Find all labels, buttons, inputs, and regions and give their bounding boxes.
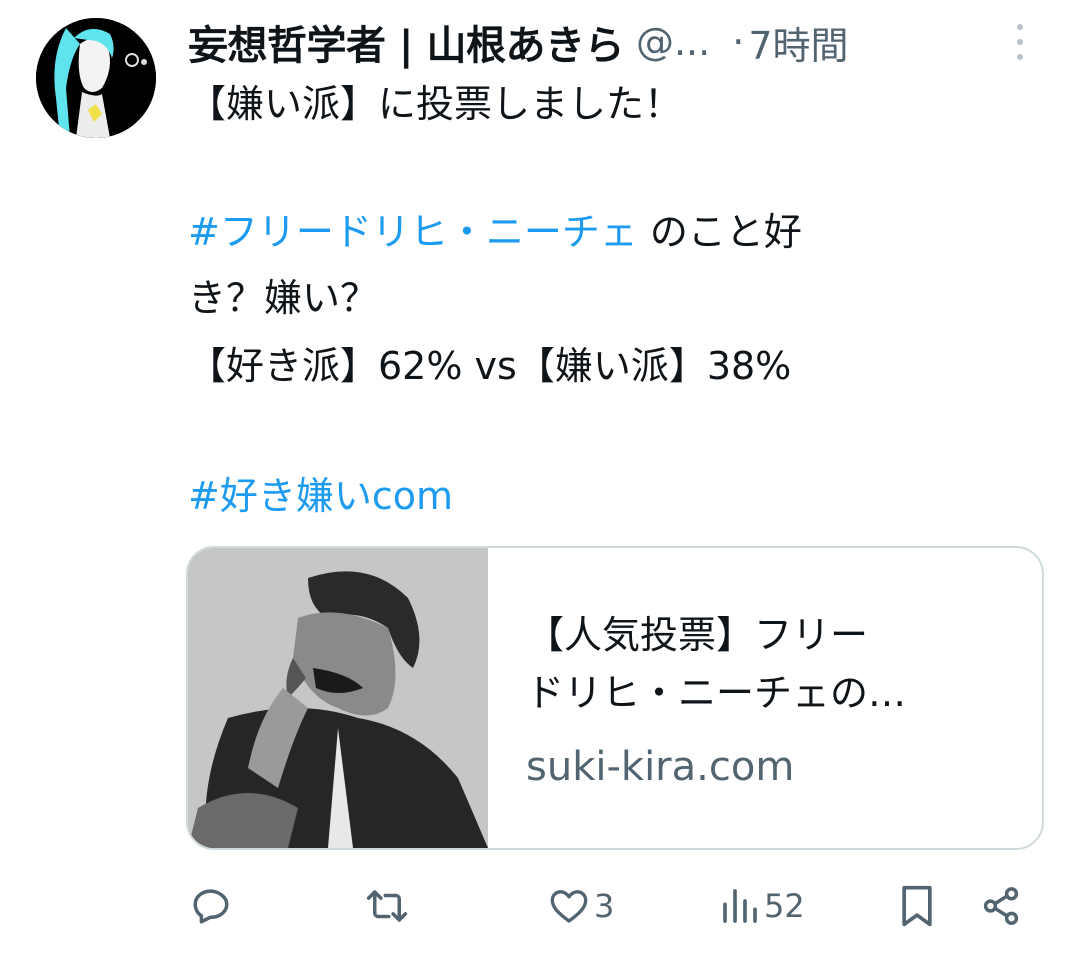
more-options-icon[interactable] [1010,22,1030,62]
reply-icon [193,889,229,924]
display-name[interactable]: 妄想哲学者 | 山根あきら [188,13,624,71]
tweet-header: 妄想哲学者 | 山根あきら @... · 7時間 [188,14,1048,70]
timestamp[interactable]: 7時間 [748,15,848,70]
retweet-button[interactable] [364,870,410,942]
card-title-line-1: 【人気投票】フリー [526,613,869,657]
hashtag-nietzsche[interactable]: #フリードリヒ・ニーチェ [188,210,638,254]
share-button[interactable] [980,870,1022,942]
avatar-image [36,18,156,138]
tweet-line-4: 【好き派】62% vs【嫌い派】38% [188,344,792,388]
action-bar: 3 52 [0,870,1080,942]
views-icon [723,889,757,923]
bookmark-icon [902,885,932,927]
bookmark-button[interactable] [898,870,936,942]
like-button[interactable]: 3 [548,870,614,942]
link-card[interactable]: 【人気投票】フリー ドリヒ・ニーチェの… suki-kira.com [186,546,1044,850]
avatar[interactable] [36,18,156,138]
tweet-line-2-text: のこと好 [637,210,802,254]
user-handle[interactable]: @... [636,20,710,64]
card-image [188,548,488,848]
reply-button[interactable] [190,870,232,942]
views-button[interactable]: 52 [720,870,805,942]
retweet-icon [366,890,408,922]
card-title-line-2: ドリヒ・ニーチェの… [526,671,907,715]
separator-dot: · [732,20,745,64]
tweet-line-1: 【嫌い派】に投票しました！ [188,82,683,126]
card-domain: suki-kira.com [526,744,795,790]
share-icon [983,887,1019,925]
hashtag-sukikira[interactable]: #好き嫌いcom [188,464,453,528]
tweet-line-3: き？嫌い？ [188,276,379,320]
views-count: 52 [764,887,805,925]
heart-icon [550,890,588,923]
card-title: 【人気投票】フリー ドリヒ・ニーチェの… [526,606,1016,722]
tweet-line-2: #フリードリヒ・ニーチェ のこと好 [188,200,802,264]
like-count: 3 [594,887,615,925]
